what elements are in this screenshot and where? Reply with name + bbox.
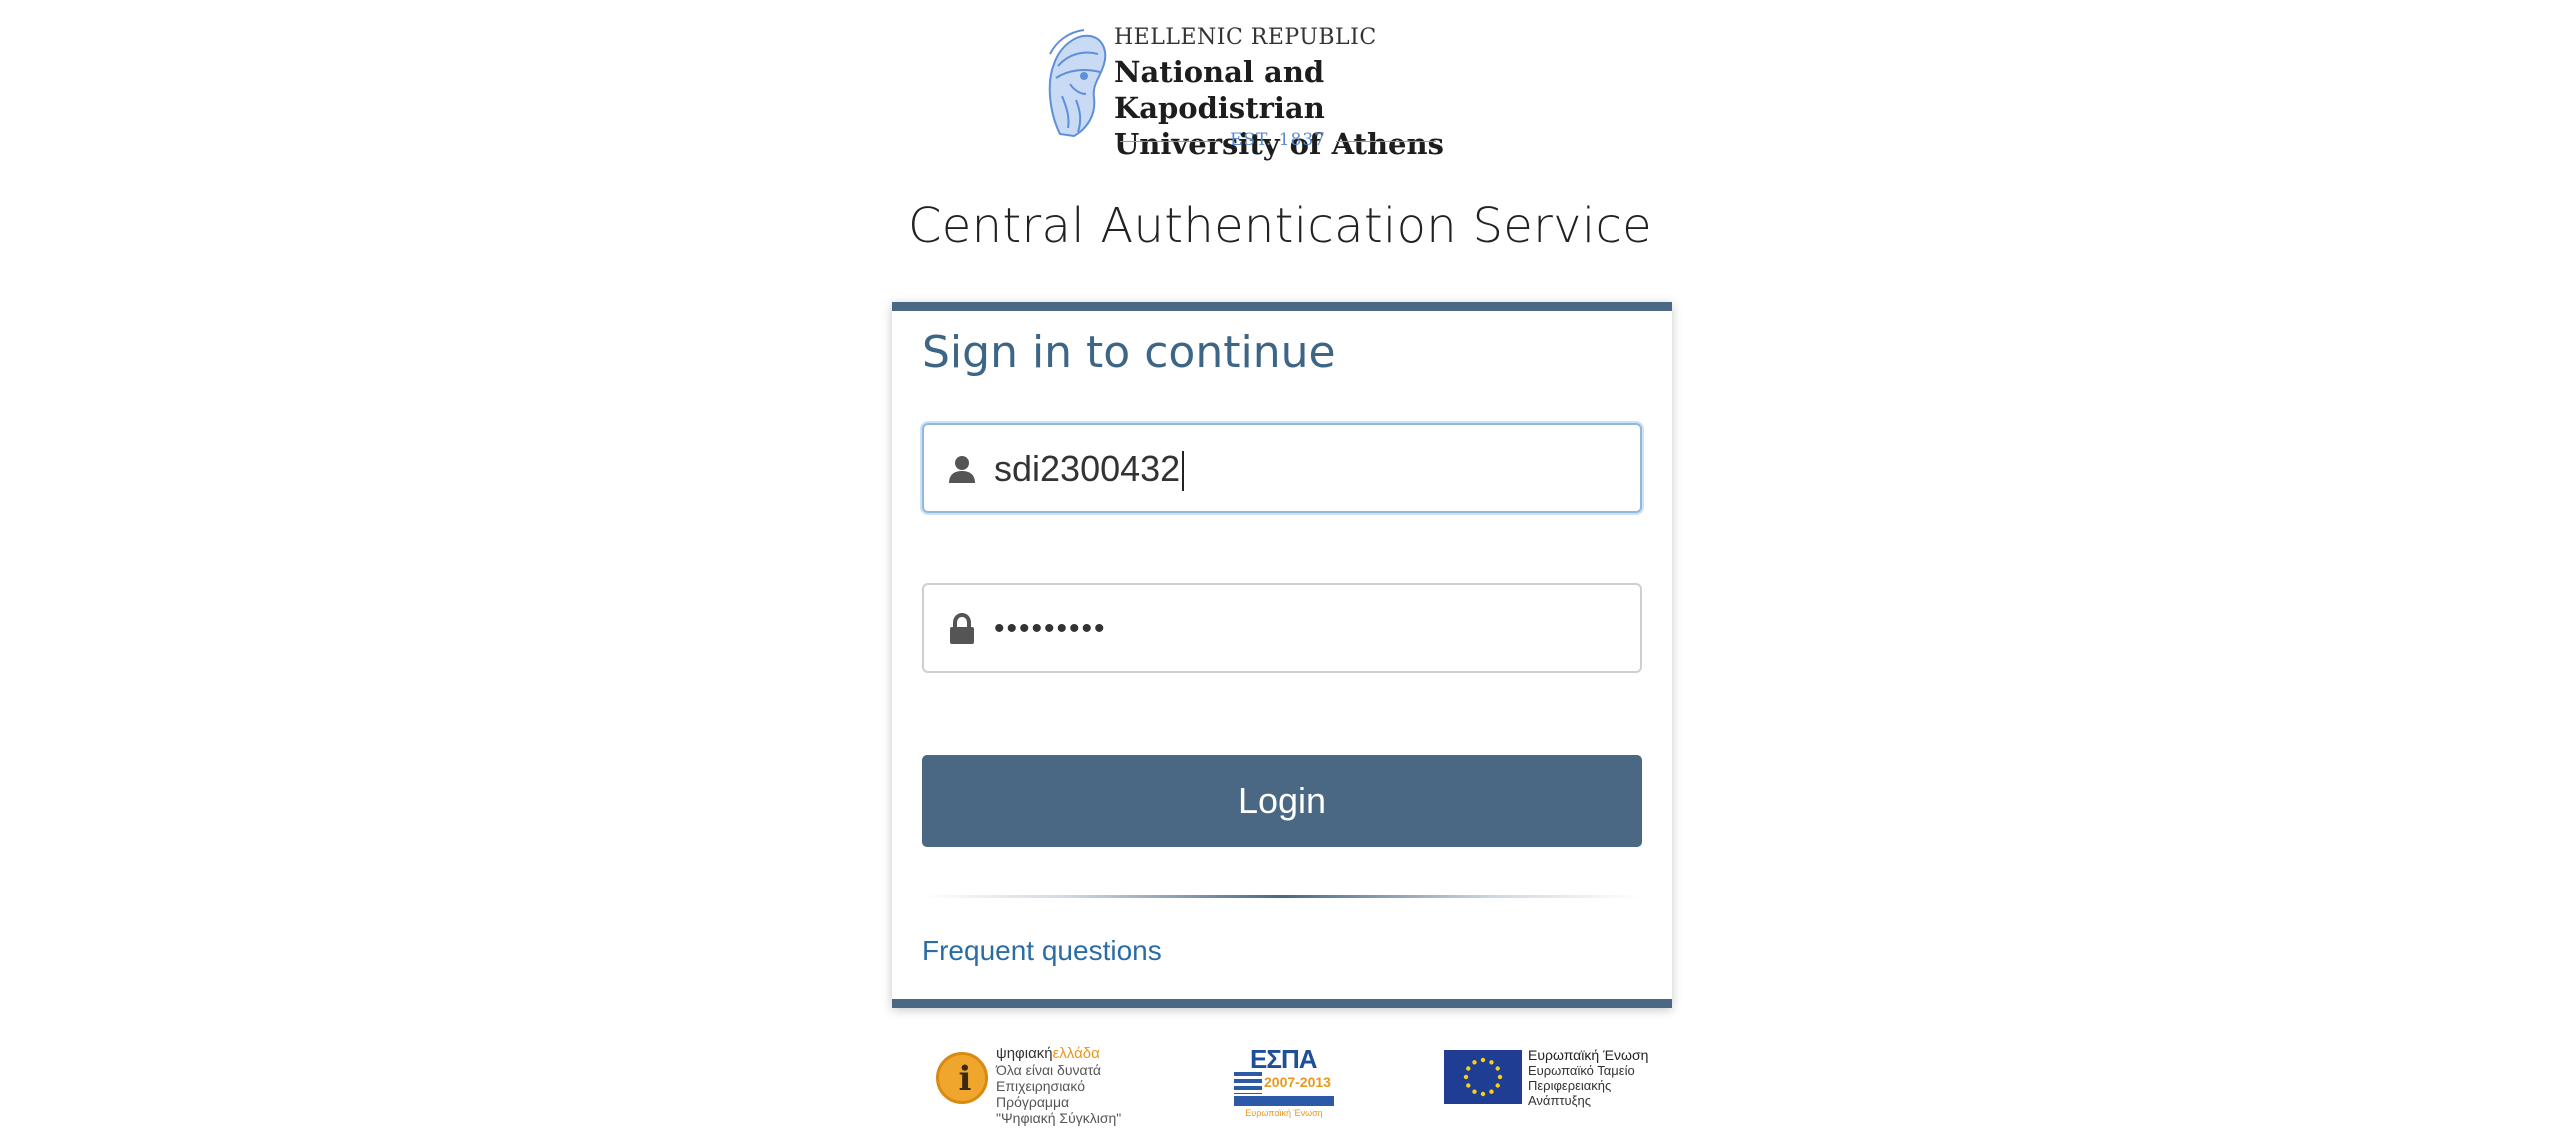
espa-bar: [1234, 1096, 1334, 1106]
espa-badge: ΕΣΠΑ 2007-2013 Ευρωπαϊκή Ένωση: [1234, 1044, 1334, 1118]
digital-greece-line3: "Ψηφιακή Σύγκλιση": [996, 1110, 1122, 1126]
login-button[interactable]: Login: [922, 755, 1642, 847]
eu-star-icon: [1495, 1083, 1500, 1088]
eu-star-icon: [1489, 1089, 1494, 1094]
password-input[interactable]: •••••••••: [994, 605, 1107, 653]
eu-star-icon: [1463, 1074, 1469, 1080]
form-heading: Sign in to continue: [922, 327, 1336, 378]
eu-line4: Ανάπτυξης: [1528, 1093, 1591, 1108]
eu-star-icon: [1472, 1089, 1477, 1094]
republic-label: HELLENIC REPUBLIC: [1114, 25, 1377, 50]
digital-greece-text: ψηφιακήελλάδα Όλα είναι δυνατά Επιχειρησ…: [996, 1046, 1130, 1127]
eu-star-icon: [1480, 1057, 1486, 1063]
digital-greece-brand-suffix: ελλάδα: [1052, 1045, 1100, 1062]
cas-login-page: HELLENIC REPUBLIC National and Kapodistr…: [0, 0, 2560, 1134]
university-logo: HELLENIC REPUBLIC National and Kapodistr…: [1040, 18, 1510, 161]
digital-greece-line1: Όλα είναι δυνατά: [996, 1062, 1102, 1078]
established-row: EST. 1837: [1114, 130, 1444, 152]
eu-star-icon: [1497, 1074, 1503, 1080]
username-input[interactable]: sdi2300432: [994, 445, 1185, 493]
text-caret: [1182, 451, 1185, 492]
login-card: Sign in to continue sdi2300432 •••••••••…: [892, 302, 1672, 1008]
established-label: EST. 1837: [1230, 130, 1326, 150]
espa-title: ΕΣΠΑ: [1250, 1044, 1317, 1074]
eu-flag-icon: [1444, 1050, 1522, 1104]
espa-stripes-icon: [1234, 1072, 1262, 1094]
eu-text: Ευρωπαϊκή Ένωση Ευρωπαϊκό Ταμείο Περιφερ…: [1528, 1047, 1649, 1109]
info-i-glyph: i: [958, 1059, 972, 1099]
username-field[interactable]: sdi2300432: [922, 423, 1642, 513]
university-name-line1: National and Kapodistrian: [1114, 55, 1325, 125]
faq-link[interactable]: Frequent questions: [922, 935, 1162, 967]
password-field[interactable]: •••••••••: [922, 583, 1642, 673]
espa-years: 2007-2013: [1264, 1074, 1331, 1090]
est-right-rule: [1336, 141, 1436, 142]
eu-star-icon: [1466, 1066, 1471, 1071]
eu-line1: Ευρωπαϊκή Ένωση: [1528, 1047, 1649, 1063]
lock-icon: [950, 613, 974, 644]
eu-star-icon: [1466, 1083, 1471, 1088]
eu-line2: Ευρωπαϊκό Ταμείο: [1528, 1063, 1635, 1078]
digital-greece-line2: Επιχειρησιακό Πρόγραμμα: [996, 1078, 1086, 1110]
digital-greece-logo: i ψηφιακήελλάδα Όλα είναι δυνατά Επιχειρ…: [930, 1040, 1130, 1126]
espa-subtitle: Ευρωπαϊκή Ένωση: [1245, 1108, 1323, 1118]
eu-star-icon: [1472, 1060, 1477, 1065]
espa-logo: ΕΣΠΑ 2007-2013 Ευρωπαϊκή Ένωση: [1234, 1040, 1334, 1120]
digital-greece-emblem-icon: i: [936, 1052, 988, 1104]
digital-greece-brand: ψηφιακήελλάδα: [996, 1046, 1130, 1062]
eu-star-icon: [1480, 1091, 1486, 1097]
funding-logos: i ψηφιακήελλάδα Όλα είναι δυνατά Επιχειρ…: [920, 1040, 1650, 1126]
eu-star-icon: [1495, 1066, 1500, 1071]
eu-line3: Περιφερειακής: [1528, 1078, 1612, 1093]
page-title: Central Authentication Service: [907, 198, 1653, 254]
digital-greece-brand-prefix: ψηφιακή: [996, 1045, 1053, 1062]
athena-emblem-icon: [1048, 29, 1107, 138]
username-value: sdi2300432: [994, 448, 1181, 489]
divider: [922, 895, 1642, 898]
est-left-rule: [1120, 141, 1220, 142]
eu-star-icon: [1489, 1060, 1494, 1065]
eu-logo: Ευρωπαϊκή Ένωση Ευρωπαϊκό Ταμείο Περιφερ…: [1444, 1040, 1648, 1120]
user-icon: [949, 456, 975, 483]
